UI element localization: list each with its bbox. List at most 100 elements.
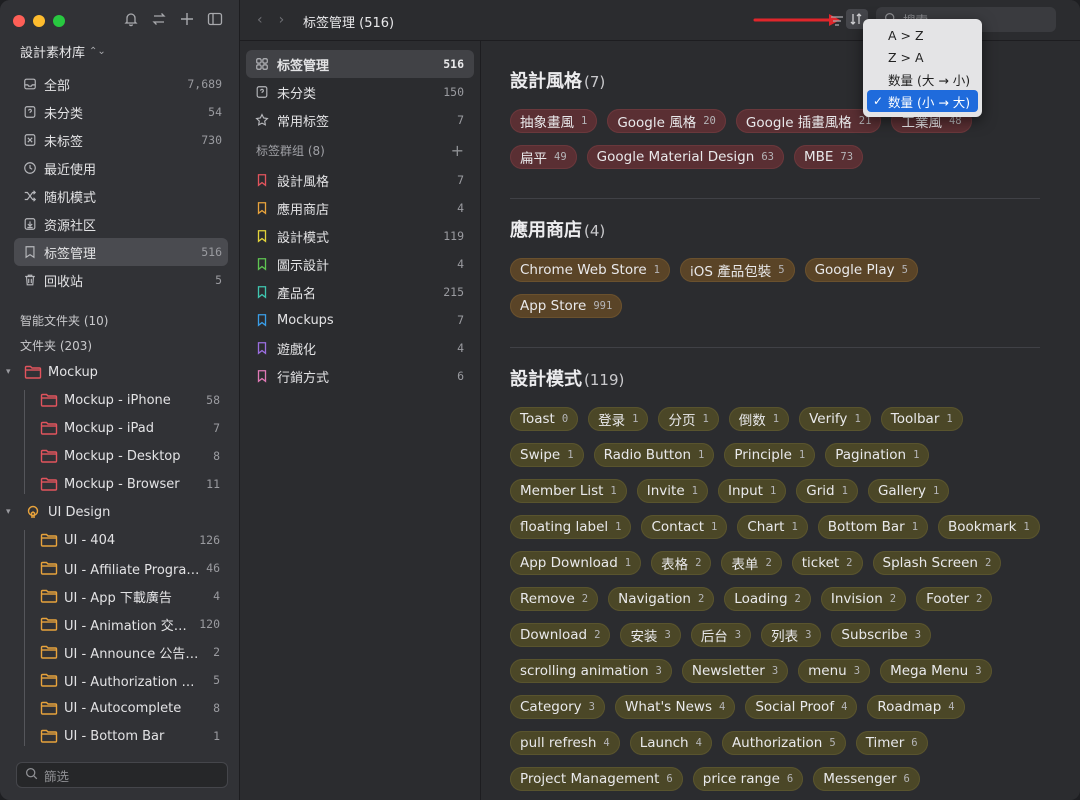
tag-chip[interactable]: Invite 1 (636, 479, 708, 503)
folder-item[interactable]: UI - Bottom Bar 1 (0, 722, 228, 750)
library-switcher[interactable]: 設計素材库 ⌃⌄ (20, 42, 106, 61)
tag-group-item[interactable]: Mockups 7 (246, 306, 474, 334)
tag-chip[interactable]: 分页 1 (658, 407, 719, 431)
tag-chip[interactable]: menu 3 (798, 659, 871, 683)
filter-input[interactable]: 篩选 (16, 762, 228, 788)
tag-chip[interactable]: Google 插畫風格 21 (735, 109, 882, 133)
tag-chip[interactable]: Contact 1 (641, 515, 728, 539)
tag-chip[interactable]: Swipe 1 (510, 443, 584, 467)
folder-group[interactable]: ▾ Mockup (0, 358, 228, 386)
back-arrow-icon[interactable]: ‹ (257, 12, 263, 28)
tag-chip[interactable]: Project Management 6 (510, 767, 683, 791)
tag-chip[interactable]: Member List 1 (510, 479, 627, 503)
tag-group-item[interactable]: 行銷方式 6 (246, 362, 474, 390)
sort-option[interactable]: Z > A (867, 46, 978, 68)
tag-chip[interactable]: 抽象畫風 1 (510, 109, 598, 133)
chevron-down-icon[interactable]: ▾ (6, 367, 20, 377)
tag-chip[interactable]: Navigation 2 (608, 587, 715, 611)
folder-item[interactable]: UI - Affiliate Program 聯盟行銷 46 (0, 554, 228, 582)
folder-item[interactable]: UI - Autocomplete 8 (0, 694, 228, 722)
tag-chip[interactable]: Chrome Web Store 1 (510, 258, 670, 282)
chevron-down-icon[interactable]: ▾ (6, 507, 20, 517)
tag-chip[interactable]: Chart 1 (737, 515, 808, 539)
folder-item[interactable]: UI - Animation 交互動畫 120 (0, 610, 228, 638)
tag-chip[interactable]: Pagination 1 (825, 443, 930, 467)
tag-chip[interactable]: Social Proof 4 (745, 695, 858, 719)
tag-chip[interactable]: pull refresh 4 (510, 731, 620, 755)
sidebar-item[interactable]: 全部 7,689 (14, 70, 228, 98)
add-icon[interactable] (179, 11, 195, 27)
tag-nav-item[interactable]: 标签管理 516 (246, 50, 474, 78)
sort-option[interactable]: 数量 (大 → 小) (867, 68, 978, 90)
tag-chip[interactable]: floating label 1 (510, 515, 632, 539)
tag-chip[interactable]: Gallery 1 (867, 479, 950, 503)
folder-item[interactable]: UI - 404 126 (0, 526, 228, 554)
tag-chip[interactable]: Authorization 5 (721, 731, 846, 755)
sidebar-toggle-icon[interactable] (207, 11, 223, 27)
sync-icon[interactable] (151, 11, 167, 27)
sidebar-item[interactable]: 标签管理 516 (14, 238, 228, 266)
tag-chip[interactable]: MBE 73 (793, 145, 864, 169)
tag-group-item[interactable]: 設計風格 7 (246, 166, 474, 194)
forward-arrow-icon[interactable]: › (279, 12, 285, 28)
folder-item[interactable]: Mockup - iPhone 58 (0, 386, 228, 414)
tag-group-item[interactable]: 產品名 215 (246, 278, 474, 306)
tag-group-item[interactable]: 遊戲化 4 (246, 334, 474, 362)
smart-folders-header[interactable]: 智能文件夹 (10) (20, 312, 108, 329)
tag-chip[interactable]: 扁平 49 (510, 145, 577, 169)
tag-chip[interactable]: scrolling animation 3 (510, 659, 672, 683)
sidebar-item[interactable]: 未分类 54 (14, 98, 228, 126)
folder-group[interactable]: ▾ UI Design (0, 498, 228, 526)
tag-chip[interactable]: Google Play 5 (804, 258, 918, 282)
folder-item[interactable]: UI - App 下載廣告 4 (0, 582, 228, 610)
tag-chip[interactable]: Splash Screen 2 (872, 551, 1002, 575)
sidebar-item[interactable]: 资源社区 (14, 210, 228, 238)
tag-chip[interactable]: What's News 4 (615, 695, 736, 719)
filter-lines-icon[interactable] (826, 11, 848, 31)
tag-chip[interactable]: Grid 1 (796, 479, 858, 503)
bell-icon[interactable] (123, 11, 139, 27)
folder-item[interactable]: Mockup - iPad 7 (0, 414, 228, 442)
tag-chip[interactable]: Messenger 6 (813, 767, 920, 791)
tag-chip[interactable]: Launch 4 (629, 731, 712, 755)
close-window-button[interactable] (13, 15, 25, 27)
tag-chip[interactable]: 表单 2 (721, 551, 782, 575)
tag-chip[interactable]: Loading 2 (724, 587, 811, 611)
tag-group-item[interactable]: 圖示設計 4 (246, 250, 474, 278)
sidebar-item[interactable]: 未标签 730 (14, 126, 228, 154)
folder-item[interactable]: UI - Authorization 授權 5 (0, 666, 228, 694)
tag-chip[interactable]: 列表 3 (761, 623, 822, 647)
tag-chip[interactable]: Category 3 (510, 695, 605, 719)
tag-chip[interactable]: Remove 2 (510, 587, 599, 611)
tag-chip[interactable]: Radio Button 1 (593, 443, 715, 467)
sidebar-item[interactable]: 最近使用 (14, 154, 228, 182)
sidebar-item[interactable]: 回收站 5 (14, 266, 228, 294)
tag-chip[interactable]: 登录 1 (588, 407, 649, 431)
tag-chip[interactable]: Principle 1 (724, 443, 816, 467)
tag-chip[interactable]: Invision 2 (820, 587, 907, 611)
tag-chip[interactable]: 后台 3 (690, 623, 752, 647)
tag-chip[interactable]: Timer 6 (855, 731, 928, 755)
tag-chip[interactable]: price range 6 (692, 767, 804, 791)
minimize-window-button[interactable] (33, 15, 45, 27)
sort-option[interactable]: A > Z (867, 24, 978, 46)
tag-chip[interactable]: Mega Menu 3 (880, 659, 992, 683)
tag-chip[interactable]: Toast 0 (510, 407, 579, 431)
sidebar-item[interactable]: 随机模式 (14, 182, 228, 210)
folders-header[interactable]: 文件夹 (203) (20, 337, 92, 354)
tag-chip[interactable]: Input 1 (717, 479, 787, 503)
folder-item[interactable]: UI - Announce 公告通知 2 (0, 638, 228, 666)
tag-chip[interactable]: iOS 產品包裝 5 (679, 258, 795, 282)
tag-chip[interactable]: Google 風格 20 (607, 109, 726, 133)
tag-chip[interactable]: Bookmark 1 (938, 515, 1040, 539)
tag-chip[interactable]: Subscribe 3 (831, 623, 932, 647)
tag-nav-item[interactable]: 常用标签 7 (246, 106, 474, 134)
tag-chip[interactable]: Footer 2 (916, 587, 993, 611)
tag-chip[interactable]: Toolbar 1 (880, 407, 963, 431)
tag-chip[interactable]: 安装 3 (620, 623, 681, 647)
folder-item[interactable]: Mockup - Browser 11 (0, 470, 228, 498)
tag-chip[interactable]: Bottom Bar 1 (817, 515, 929, 539)
tag-group-item[interactable]: 設計模式 119 (246, 222, 474, 250)
tag-chip[interactable]: Roadmap 4 (867, 695, 965, 719)
tag-group-item[interactable]: 應用商店 4 (246, 194, 474, 222)
